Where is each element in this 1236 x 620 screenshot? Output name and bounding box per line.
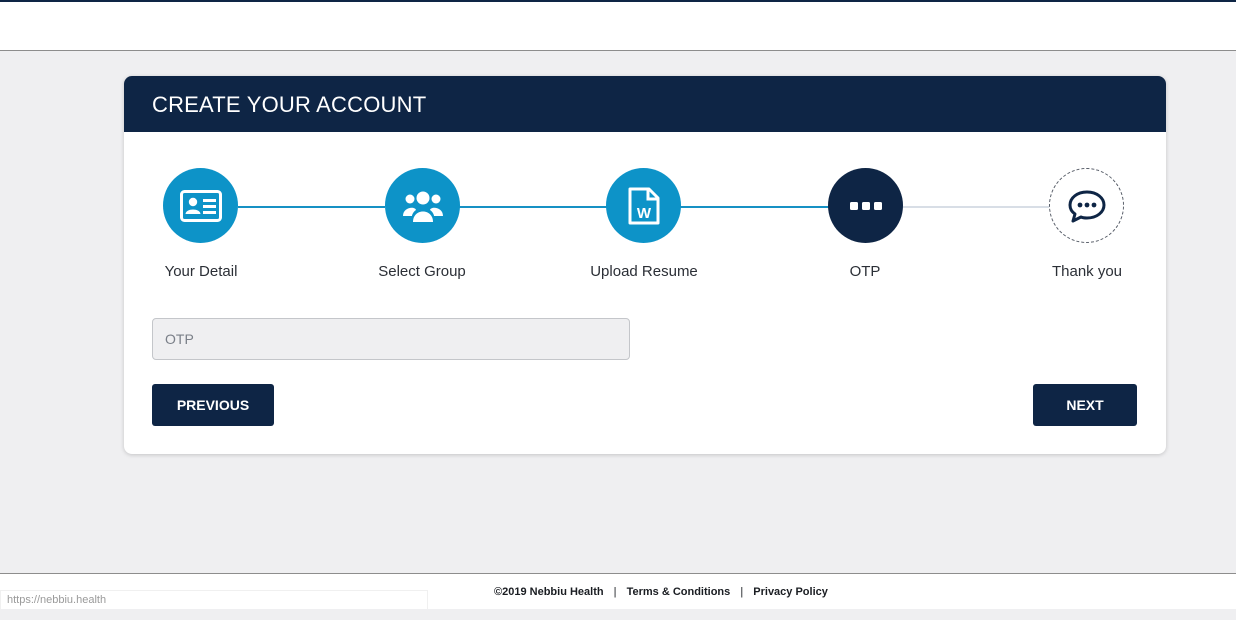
create-account-card: CREATE YOUR ACCOUNT Your Detail Select G… (124, 76, 1166, 454)
progress-line-4 (902, 206, 1050, 208)
top-navbar (0, 0, 1236, 51)
step-label-upload-resume: Upload Resume (590, 263, 698, 280)
step-your-detail[interactable] (163, 168, 238, 243)
id-card-icon (179, 189, 222, 222)
step-label-your-detail: Your Detail (164, 263, 238, 280)
step-label-otp: OTP (849, 263, 881, 280)
word-document-icon: W (628, 187, 659, 224)
progress-line-1 (238, 206, 385, 208)
footer-links: ©2019 Nebbiu Health | Terms & Conditions… (494, 586, 828, 598)
progress-line-2 (459, 206, 607, 208)
card-header: CREATE YOUR ACCOUNT (124, 76, 1166, 132)
step-select-group[interactable] (385, 168, 460, 243)
privacy-link[interactable]: Privacy Policy (753, 586, 828, 598)
dots-icon (849, 201, 882, 210)
previous-button[interactable]: PREVIOUS (152, 384, 274, 426)
step-otp[interactable] (828, 168, 903, 243)
bottom-strip (0, 609, 1236, 620)
footer-separator-1: | (613, 586, 617, 598)
progress-line-3 (680, 206, 829, 208)
users-group-icon (402, 191, 443, 222)
step-label-thank-you: Thank you (1051, 263, 1123, 280)
otp-input[interactable] (152, 318, 630, 360)
copyright-text: ©2019 Nebbiu Health (494, 586, 604, 598)
step-label-select-group: Select Group (378, 263, 466, 280)
svg-text:W: W (636, 205, 651, 222)
step-thank-you[interactable] (1049, 168, 1124, 243)
step-upload-resume[interactable]: W (606, 168, 681, 243)
chat-bubble-icon (1068, 190, 1105, 222)
footer-separator-2: | (740, 586, 744, 598)
next-button[interactable]: NEXT (1033, 384, 1137, 426)
terms-link[interactable]: Terms & Conditions (627, 586, 731, 598)
status-bar-url: https://nebbiu.health (0, 590, 428, 610)
page-title: CREATE YOUR ACCOUNT (152, 92, 427, 117)
